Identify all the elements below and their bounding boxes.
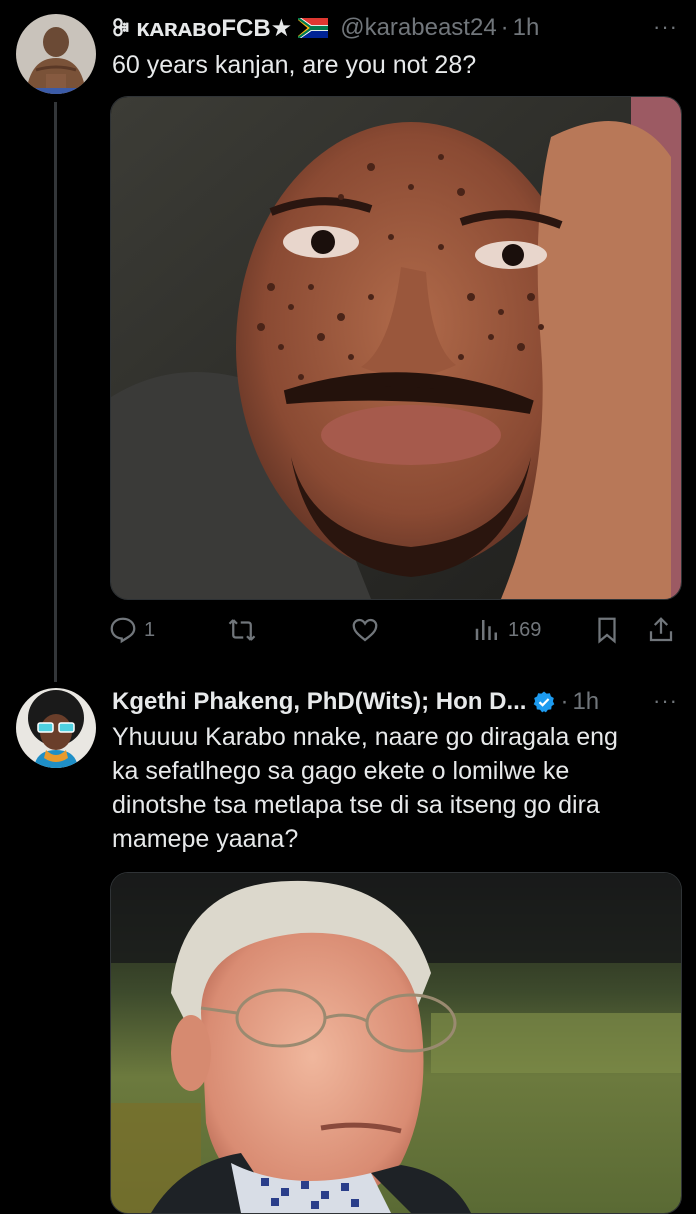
timestamp[interactable]: 1h bbox=[513, 14, 540, 42]
tweet-media[interactable] bbox=[110, 872, 682, 1214]
south-africa-flag-icon bbox=[298, 18, 329, 38]
verified-badge-icon bbox=[532, 690, 556, 714]
more-options-icon[interactable]: ··· bbox=[653, 688, 678, 714]
more-options-icon[interactable]: ··· bbox=[653, 14, 678, 40]
reply-button[interactable]: 1 bbox=[108, 610, 155, 650]
avatar-image-icon bbox=[16, 688, 96, 768]
tweet-2: Kgethi Phakeng, PhD(Wits); Hon D... · 1h… bbox=[0, 680, 696, 1214]
tweet-text: 60 years kanjan, are you not 28? bbox=[112, 51, 477, 79]
retweet-button[interactable] bbox=[226, 610, 264, 650]
tweet-header: Kgethi Phakeng, PhD(Wits); Hon D... · 1h bbox=[112, 684, 599, 720]
display-name[interactable]: Kgethi Phakeng, PhD(Wits); Hon D... bbox=[112, 688, 526, 716]
handle[interactable]: @karabeast24 bbox=[340, 14, 496, 42]
separator-dot: · bbox=[500, 14, 509, 41]
tweet-1: ꔭ ᴋᴀʀᴀʙᴏFCB★ @karabeast24 · 1h ··· 60 ye… bbox=[0, 0, 696, 682]
heart-icon bbox=[352, 618, 378, 642]
thread-line bbox=[54, 102, 57, 682]
tweet-text: Yhuuuu Karabo nnake, naare go diragala e… bbox=[112, 723, 618, 853]
tweet-actions: 1 169 bbox=[108, 610, 678, 650]
reply-icon bbox=[110, 617, 136, 644]
share-icon bbox=[649, 617, 673, 642]
avatar-image-icon bbox=[16, 14, 96, 94]
reply-count: 1 bbox=[144, 618, 156, 641]
gif-man-in-glasses-icon bbox=[111, 873, 681, 1213]
views-count: 169 bbox=[508, 618, 542, 641]
avatar[interactable] bbox=[16, 688, 96, 768]
separator-dot: · bbox=[560, 688, 569, 715]
avatar[interactable] bbox=[16, 14, 96, 94]
bookmark-icon bbox=[598, 617, 616, 644]
retweet-icon bbox=[228, 619, 256, 641]
tweet-media[interactable] bbox=[110, 96, 682, 600]
bookmark-button[interactable] bbox=[592, 610, 622, 650]
share-button[interactable] bbox=[646, 610, 676, 650]
tweet-header: ꔭ ᴋᴀʀᴀʙᴏFCB★ @karabeast24 · 1h bbox=[112, 10, 539, 46]
timestamp[interactable]: 1h bbox=[572, 688, 599, 716]
views-chart-icon bbox=[475, 620, 497, 640]
selfie-photo-icon bbox=[111, 97, 681, 599]
like-button[interactable] bbox=[350, 610, 386, 650]
views-button[interactable]: 169 bbox=[472, 610, 541, 650]
display-name[interactable]: ꔭ ᴋᴀʀᴀʙᴏFCB★ bbox=[112, 14, 292, 43]
